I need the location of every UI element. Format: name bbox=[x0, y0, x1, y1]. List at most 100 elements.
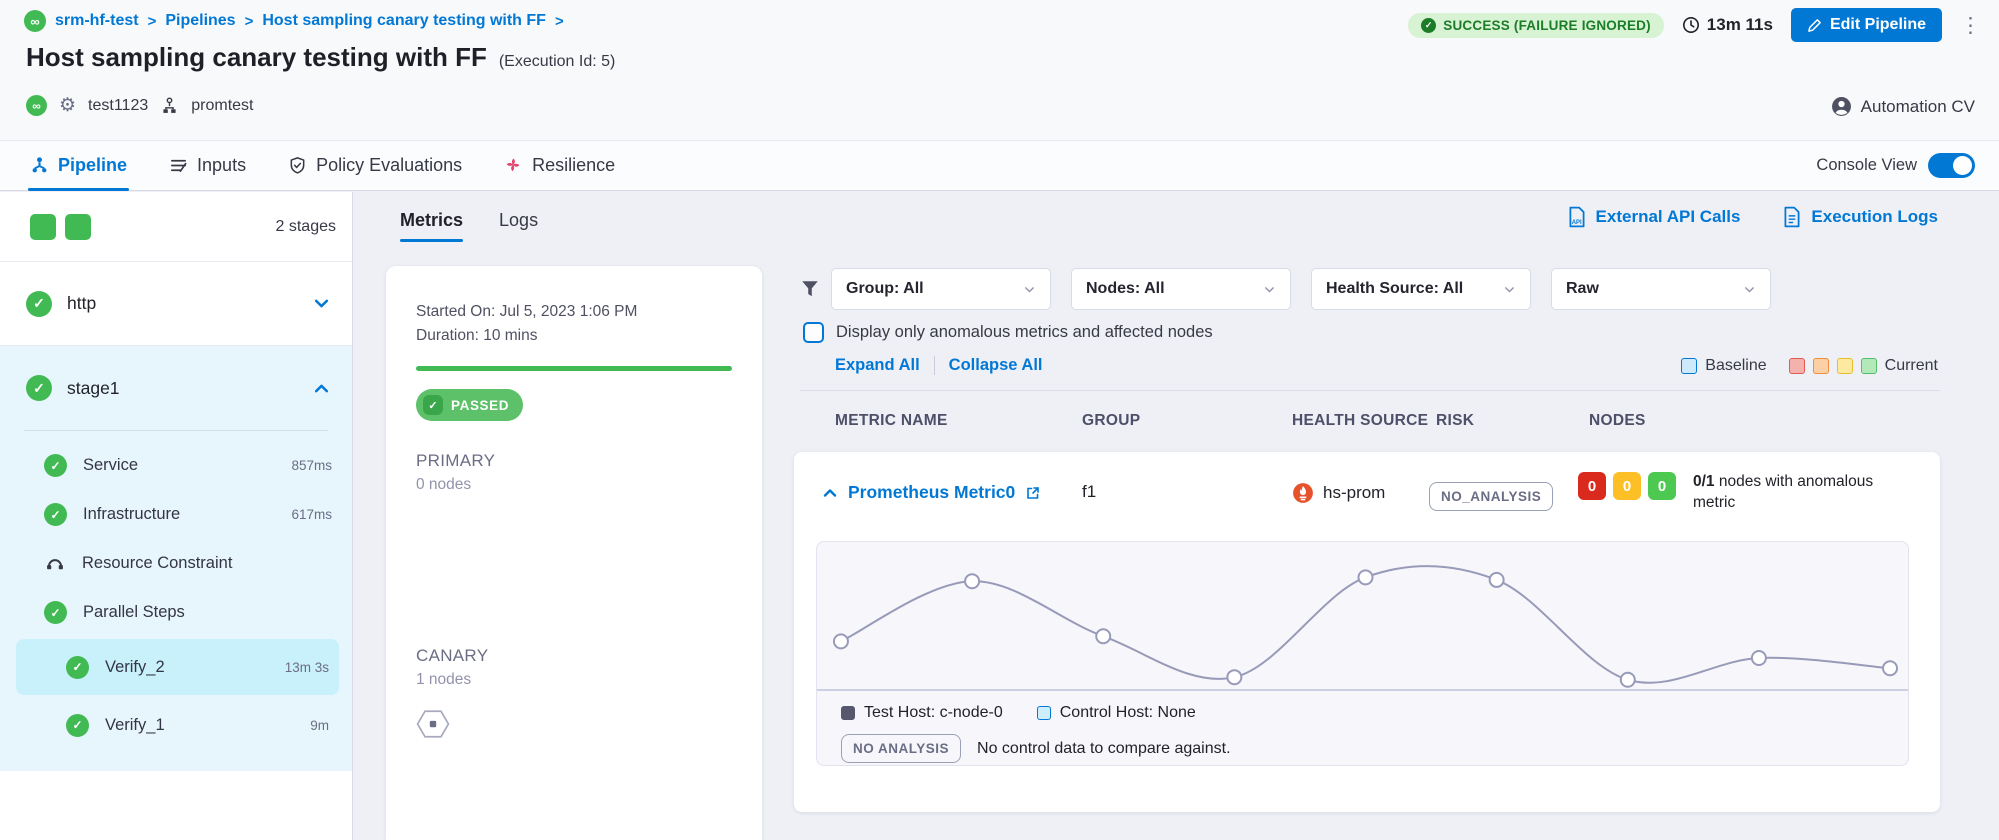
breadcrumb-pipelines-link[interactable]: Pipelines bbox=[165, 12, 235, 30]
metric-chart-card: Test Host: c-node-0 Control Host: None N… bbox=[816, 541, 1909, 766]
execution-logs-link[interactable]: Execution Logs bbox=[1782, 206, 1938, 228]
test-host-legend: Test Host: c-node-0 bbox=[841, 704, 1003, 722]
chart-legend: Test Host: c-node-0 Control Host: None bbox=[841, 704, 1908, 722]
collapse-row-chevron-up-icon[interactable] bbox=[822, 485, 838, 501]
success-check-icon: ✓ bbox=[44, 454, 67, 477]
sidebar-stage-http[interactable]: ✓ http bbox=[0, 262, 352, 346]
shield-check-icon bbox=[288, 156, 307, 175]
environment-name[interactable]: promtest bbox=[191, 97, 253, 115]
page-title: Host sampling canary testing with FF bbox=[26, 42, 487, 73]
edit-pipeline-button[interactable]: Edit Pipeline bbox=[1791, 8, 1942, 42]
step-verify-1[interactable]: ✓ Verify_1 9m bbox=[16, 697, 339, 753]
metric-filters: Group: All Nodes: All Health Source: All… bbox=[800, 268, 1791, 310]
chevron-down-icon bbox=[1023, 283, 1036, 296]
primary-label: PRIMARY bbox=[416, 451, 732, 471]
logs-document-icon bbox=[1782, 206, 1802, 228]
filter-icon bbox=[800, 279, 820, 299]
no-analysis-badge: NO ANALYSIS bbox=[841, 734, 961, 763]
node-count-badge: 0 bbox=[1578, 472, 1606, 500]
health-source-filter-dropdown[interactable]: Health Source: All bbox=[1311, 268, 1531, 310]
resource-constraint-icon bbox=[44, 553, 66, 575]
service-status-icon: ∞ bbox=[26, 95, 47, 116]
breadcrumb-project-link[interactable]: srm-hf-test bbox=[55, 12, 139, 30]
anomalous-filter-checkbox[interactable] bbox=[803, 322, 824, 343]
pipeline-icon bbox=[30, 156, 49, 175]
step-service[interactable]: ✓ Service 857ms bbox=[0, 441, 352, 490]
duration: Duration: 10 mins bbox=[416, 324, 732, 348]
execution-id: (Execution Id: 5) bbox=[499, 53, 616, 71]
tab-logs[interactable]: Logs bbox=[499, 210, 538, 242]
environment-icon bbox=[160, 96, 179, 115]
stage-count: 2 stages bbox=[276, 218, 336, 236]
node-count-badge: 0 bbox=[1613, 472, 1641, 500]
header: ∞ srm-hf-test > Pipelines > Host samplin… bbox=[0, 0, 1999, 140]
inputs-icon bbox=[169, 156, 188, 175]
service-name[interactable]: test1123 bbox=[88, 97, 148, 115]
step-infrastructure[interactable]: ✓ Infrastructure 617ms bbox=[0, 490, 352, 539]
chevron-up-icon[interactable] bbox=[313, 380, 330, 397]
canary-label: CANARY bbox=[416, 646, 732, 666]
page: ∞ srm-hf-test > Pipelines > Host samplin… bbox=[0, 0, 1999, 840]
group-filter-dropdown[interactable]: Group: All bbox=[831, 268, 1051, 310]
chart-legend-swatch bbox=[841, 706, 855, 720]
external-link-icon[interactable] bbox=[1025, 485, 1041, 501]
col-group: GROUP bbox=[1082, 412, 1292, 430]
success-check-icon: ✓ bbox=[44, 601, 67, 624]
external-api-calls-link[interactable]: API External API Calls bbox=[1567, 206, 1741, 228]
chevron-down-icon bbox=[1503, 283, 1516, 296]
stage-success-square bbox=[65, 214, 91, 240]
triggered-by: Automation CV bbox=[1831, 96, 1975, 117]
verify-step-tabs: Metrics Logs bbox=[400, 210, 538, 242]
control-host-legend: Control Host: None bbox=[1037, 704, 1196, 722]
canary-node-hexagon[interactable] bbox=[416, 707, 450, 741]
step-verify-2[interactable]: ✓ Verify_2 13m 3s bbox=[16, 639, 339, 695]
metric-health-source: hs-prom bbox=[1292, 482, 1385, 504]
metric-card: Prometheus Metric0 f1 hs-prom NO_ANALYSI… bbox=[794, 452, 1940, 812]
breadcrumb-separator: > bbox=[555, 13, 564, 30]
execution-duration: 13m 11s bbox=[1682, 15, 1773, 35]
breadcrumb-pipeline-link[interactable]: Host sampling canary testing with FF bbox=[262, 12, 546, 30]
chevron-down-icon[interactable] bbox=[313, 295, 330, 312]
collapse-all-link[interactable]: Collapse All bbox=[949, 356, 1043, 375]
step-parallel-steps[interactable]: ✓ Parallel Steps bbox=[0, 588, 352, 637]
expand-collapse-controls: Expand All Collapse All bbox=[835, 356, 1042, 375]
console-view-toggle[interactable] bbox=[1928, 153, 1975, 178]
success-check-icon: ✓ bbox=[44, 503, 67, 526]
chart-legend-swatch bbox=[1037, 706, 1051, 720]
current-legend-swatch bbox=[1837, 358, 1853, 374]
tab-resilience[interactable]: Resilience bbox=[502, 141, 617, 190]
console-view-label: Console View bbox=[1816, 156, 1917, 175]
success-check-icon: ✓ bbox=[1421, 18, 1436, 33]
more-options-menu[interactable]: ⋮ bbox=[1960, 15, 1981, 36]
risk-badge: NO_ANALYSIS bbox=[1429, 482, 1553, 511]
chevron-down-icon bbox=[1743, 283, 1756, 296]
tab-policy-evaluations[interactable]: Policy Evaluations bbox=[286, 141, 464, 190]
sidebar-stage-stage1[interactable]: ✓ stage1 bbox=[0, 346, 352, 430]
current-legend-swatch bbox=[1861, 358, 1877, 374]
prometheus-icon bbox=[1292, 482, 1314, 504]
metric-row: Prometheus Metric0 f1 hs-prom NO_ANALYSI… bbox=[794, 452, 1940, 540]
no-analysis-row: NO ANALYSIS No control data to compare a… bbox=[841, 734, 1908, 763]
expand-all-link[interactable]: Expand All bbox=[835, 356, 920, 375]
breadcrumb-separator: > bbox=[148, 13, 157, 30]
success-check-icon: ✓ bbox=[26, 375, 52, 401]
col-nodes: NODES bbox=[1589, 412, 1646, 430]
status-badge: ✓ SUCCESS (FAILURE IGNORED) bbox=[1408, 13, 1664, 38]
execution-meta: ∞ ⚙ test1123 promtest bbox=[26, 94, 254, 117]
metric-line-chart[interactable] bbox=[817, 552, 1908, 702]
nodes-filter-dropdown[interactable]: Nodes: All bbox=[1071, 268, 1291, 310]
resilience-icon bbox=[504, 156, 523, 175]
success-check-icon: ✓ bbox=[66, 656, 89, 679]
tab-inputs[interactable]: Inputs bbox=[167, 141, 248, 190]
tab-metrics[interactable]: Metrics bbox=[400, 210, 463, 242]
clock-icon bbox=[1682, 16, 1700, 34]
success-check-icon: ✓ bbox=[66, 714, 89, 737]
user-avatar-icon bbox=[1831, 96, 1852, 117]
tab-pipeline[interactable]: Pipeline bbox=[28, 141, 129, 190]
harness-logo-icon: ∞ bbox=[24, 10, 46, 32]
current-legend-label: Current bbox=[1885, 357, 1938, 375]
metric-name-link[interactable]: Prometheus Metric0 bbox=[848, 482, 1015, 503]
gear-icon: ⚙ bbox=[59, 94, 76, 117]
data-mode-dropdown[interactable]: Raw bbox=[1551, 268, 1771, 310]
step-resource-constraint[interactable]: Resource Constraint bbox=[0, 539, 352, 588]
